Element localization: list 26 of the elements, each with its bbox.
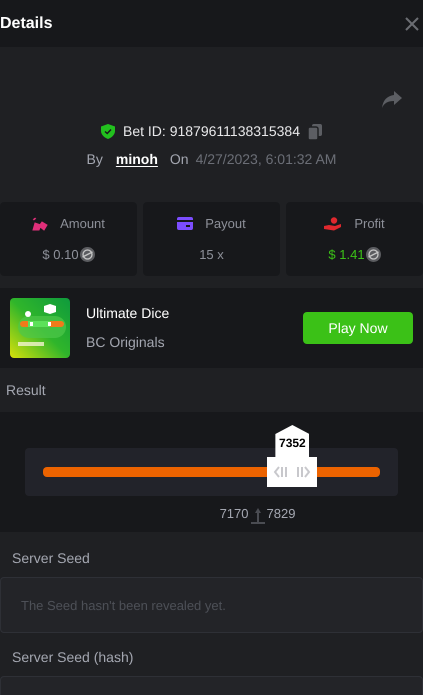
close-icon[interactable] [405, 16, 419, 30]
window-title: Details [0, 14, 52, 34]
range-arrow-icon [250, 508, 264, 524]
seed-label: Server Seed (hash) [11, 648, 134, 667]
stat-value: $ 1.41 [328, 246, 365, 264]
stat-label: Profit [354, 215, 385, 233]
share-icon[interactable] [382, 91, 402, 108]
bet-date: 4/27/2023, 6:01:32 AM [196, 150, 336, 169]
stat-label: Amount [60, 215, 105, 233]
range-low: 7170 [220, 505, 248, 523]
on-label: On [170, 150, 189, 169]
game-title: Ultimate Dice [86, 304, 170, 323]
bet-id: Bet ID: 91879611138315384 [123, 122, 300, 141]
person-hand-icon [324, 216, 342, 231]
result-label: Result [6, 380, 46, 400]
coins-icon [32, 216, 48, 231]
seed-label: Server Seed [11, 549, 91, 568]
stat-value: 15 x [199, 246, 224, 264]
stat-value: $ 0.10 [42, 246, 79, 264]
game-provider: BC Originals [86, 333, 166, 352]
range-high: 7829 [266, 505, 296, 523]
by-label: By [86, 150, 103, 169]
stat-label: Payout [205, 215, 246, 233]
copy-icon[interactable] [308, 124, 322, 140]
user-link[interactable]: minoh [116, 149, 158, 170]
card-icon [177, 217, 194, 230]
